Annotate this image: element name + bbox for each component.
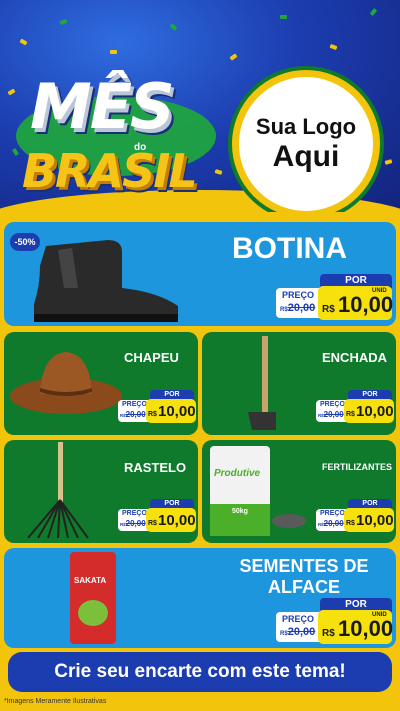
seed-pack-image: SAKATA xyxy=(70,552,116,644)
confetti xyxy=(229,53,238,61)
product-title: BOTINA xyxy=(232,232,347,265)
price-box: R$ 10,00 xyxy=(146,508,196,532)
preco-label: PREÇO xyxy=(320,510,345,517)
title-mes: MÊS xyxy=(30,70,175,143)
preco-label: PREÇO xyxy=(122,401,147,408)
price-tag-fertilizantes: POR PREÇO R$20,00 R$ 10,00 xyxy=(316,499,396,535)
cta-banner[interactable]: Crie seu encarte com este tema! xyxy=(8,652,392,692)
product-title: RASTELO xyxy=(124,460,187,475)
title-brasil: BRASIL xyxy=(22,144,198,198)
price-tag-rastelo: POR PREÇO R$20,00 R$ 10,00 xyxy=(118,499,198,535)
price-tag-enchada: POR PREÇO R$20,00 R$ 10,00 xyxy=(316,390,396,426)
preco-label: PREÇO xyxy=(282,290,315,300)
fertilizer-bag-image: Produtive 50kg xyxy=(210,446,270,536)
price-tag-sementes: POR PREÇO R$20,00 R$ 10,00 UNID xyxy=(276,598,393,646)
confetti xyxy=(19,38,28,46)
confetti xyxy=(329,43,338,51)
confetti xyxy=(280,15,287,19)
hoe-image xyxy=(248,336,276,430)
product-title: SEMENTES DE ALFACE xyxy=(234,556,374,598)
confetti xyxy=(12,147,19,157)
disclaimer-note: *Imagens Meramente Ilustrativas xyxy=(4,698,107,705)
header-banner: MÊS do BRASIL Sua Logo Aqui xyxy=(0,0,400,215)
pack-brand: SAKATA xyxy=(74,576,107,585)
fertilizer-pile-image xyxy=(272,514,306,528)
price-tag-chapeu: POR PREÇO R$20,00 R$ 10,00 xyxy=(118,390,198,426)
campaign-title: MÊS do BRASIL xyxy=(16,68,216,198)
logo-placeholder[interactable]: Sua Logo Aqui xyxy=(232,70,380,215)
preco-label: PREÇO xyxy=(282,614,315,624)
price-box: R$ 10,00 xyxy=(344,508,394,532)
rake-image xyxy=(27,442,89,539)
confetti xyxy=(384,159,393,165)
logo-text-line1: Sua Logo xyxy=(255,114,357,140)
confetti xyxy=(369,8,378,16)
discount-badge: -50% xyxy=(10,233,40,251)
old-price: R$20,00 xyxy=(280,302,316,314)
old-price: R$20,00 xyxy=(120,519,146,528)
old-price: R$20,00 xyxy=(318,410,344,419)
product-title: CHAPEU xyxy=(124,350,179,365)
preco-label: PREÇO xyxy=(320,401,345,408)
bag-brand: Produtive xyxy=(214,468,261,479)
price-box: R$ 10,00 UNID xyxy=(318,610,393,644)
hat-image xyxy=(10,352,122,414)
old-price: R$20,00 xyxy=(318,519,344,528)
logo-text-line2: Aqui xyxy=(272,139,340,173)
confetti xyxy=(7,88,16,96)
confetti xyxy=(214,169,223,175)
preco-label: PREÇO xyxy=(122,510,147,517)
lettuce-image xyxy=(78,600,108,626)
bag-weight: 50kg xyxy=(232,508,248,515)
price-tag-botina: POR PREÇO R$20,00 R$ 10,00 UNID xyxy=(276,274,393,322)
product-title: FERTILIZANTES xyxy=(322,462,392,472)
old-price: R$20,00 xyxy=(120,410,146,419)
boot-image xyxy=(34,240,178,322)
price-box: R$ 10,00 UNID xyxy=(318,286,393,320)
confetti xyxy=(59,18,68,26)
product-title-line2: ALFACE xyxy=(268,577,340,597)
confetti xyxy=(110,50,117,54)
product-title-line1: SEMENTES DE xyxy=(239,556,369,576)
price-box: R$ 10,00 xyxy=(344,399,394,423)
confetti xyxy=(169,23,178,31)
product-title: ENCHADA xyxy=(322,350,387,365)
price-box: R$ 10,00 xyxy=(146,399,196,423)
old-price: R$20,00 xyxy=(280,626,316,638)
